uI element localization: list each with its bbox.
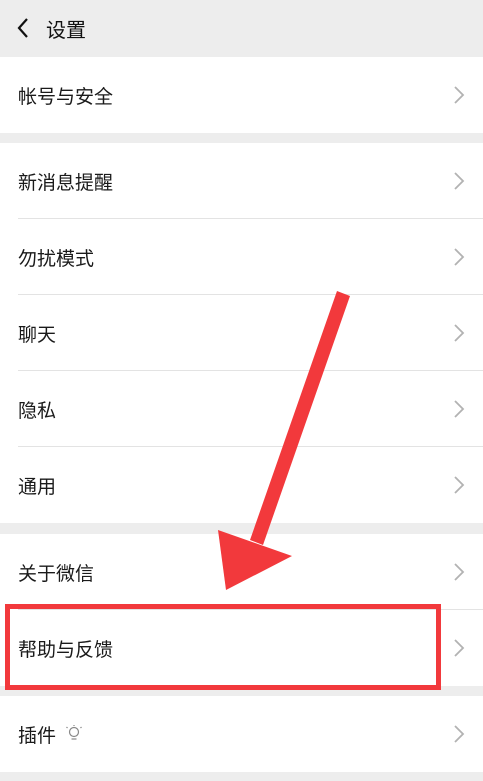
highlight-box: [5, 604, 441, 690]
